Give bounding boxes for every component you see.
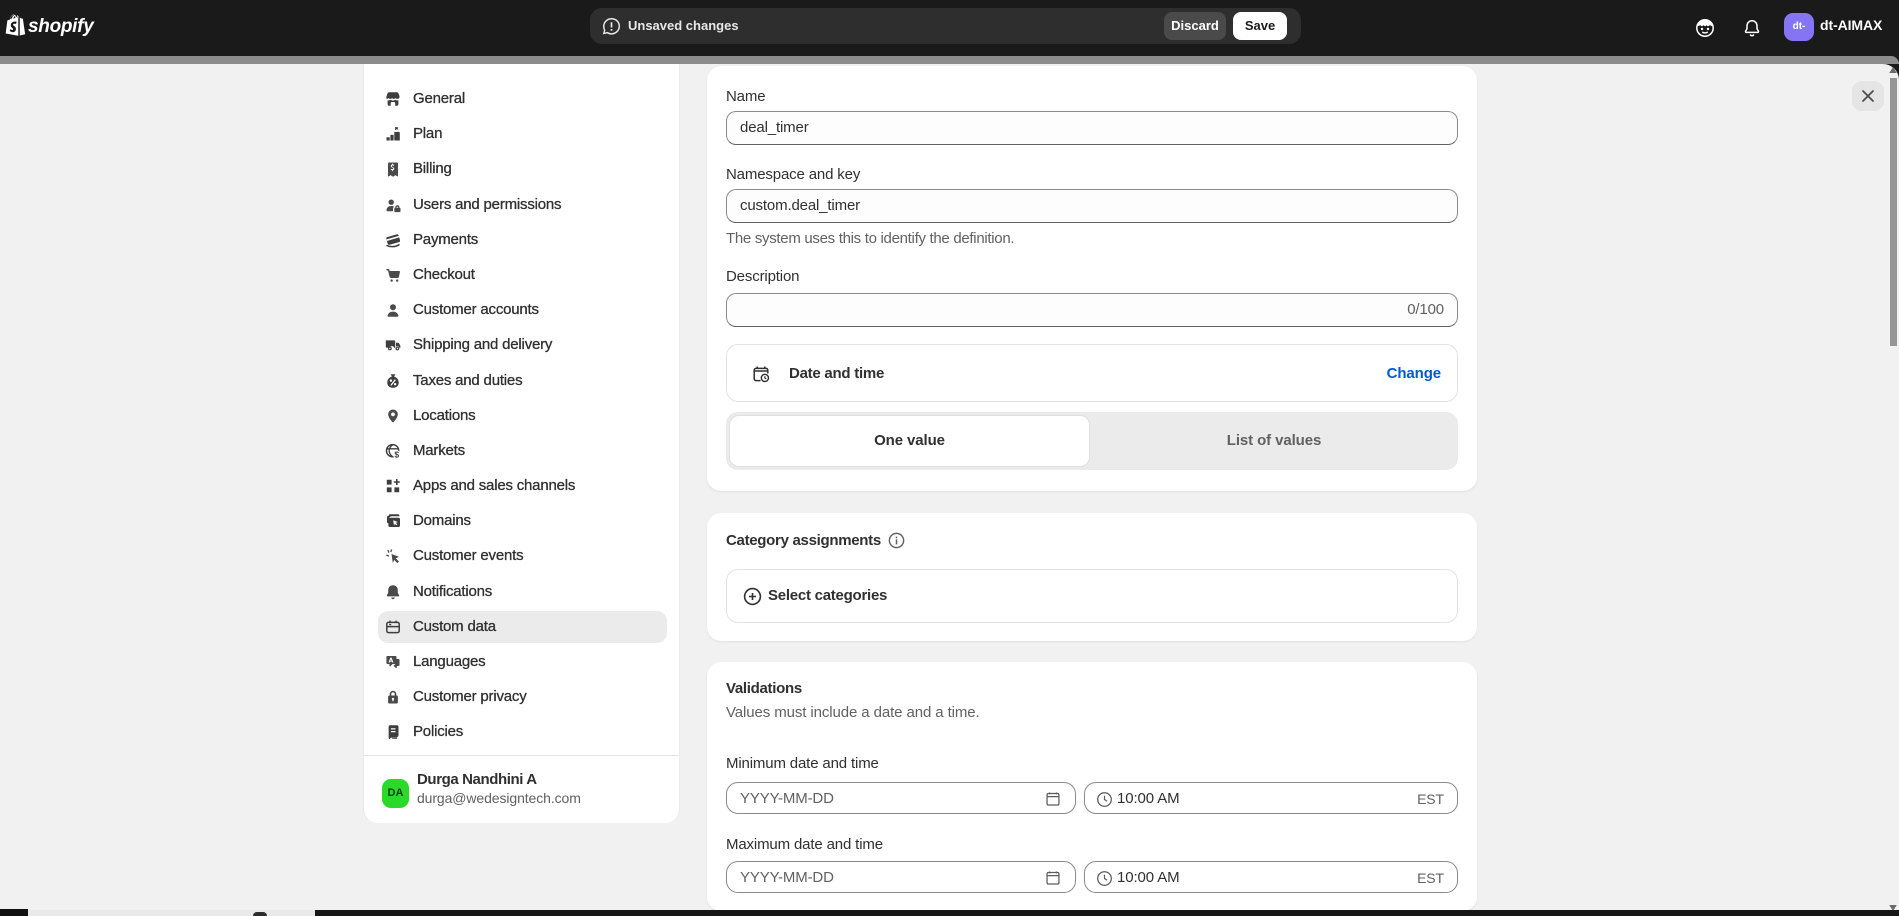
svg-text:$: $ [394,449,399,459]
